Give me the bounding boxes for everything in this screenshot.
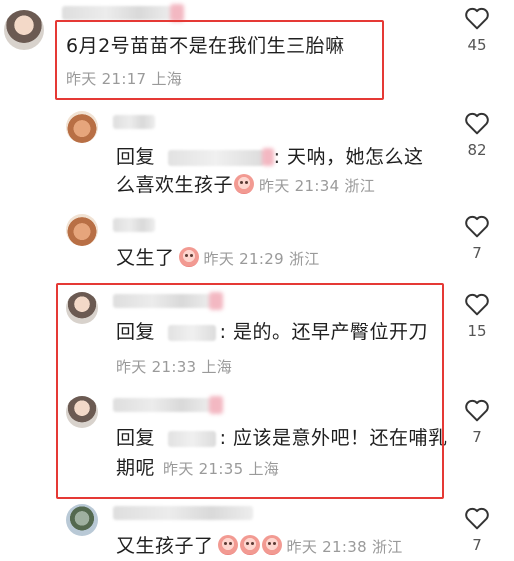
crying-face-emoji	[234, 174, 255, 194]
like-count: 7	[472, 244, 482, 262]
reply-text-line1: : 天呐，她怎么这	[273, 146, 424, 168]
crying-face-emoji	[239, 535, 260, 555]
comment-meta: 昨天 21:38 浙江	[286, 538, 403, 556]
avatar[interactable]	[66, 214, 98, 246]
comment-text: 又生了 昨天 21:29 浙江	[116, 244, 320, 273]
avatar[interactable]	[4, 10, 44, 50]
like-count: 15	[467, 322, 487, 340]
heart-outline-icon	[465, 215, 489, 238]
heart-outline-icon	[465, 112, 489, 135]
heart-outline-icon	[465, 399, 489, 422]
reply-text-line2: 么喜欢生孩子	[116, 174, 234, 196]
comment-text-cont: 么喜欢生孩子 昨天 21:34 浙江	[116, 171, 375, 200]
username-blurred[interactable]	[113, 218, 155, 232]
comment-text: 回复 : 天呐，她怎么这	[116, 143, 456, 171]
reply-target-blurred[interactable]	[167, 147, 274, 166]
like-count: 82	[467, 141, 487, 159]
heart-outline-icon	[465, 507, 489, 530]
comment-meta: 昨天 21:29 浙江	[203, 250, 320, 268]
like-count: 45	[467, 36, 487, 54]
crying-face-emoji	[217, 535, 238, 555]
comment-body: 又生孩子了	[116, 535, 214, 557]
avatar[interactable]	[66, 504, 98, 536]
highlight-box	[56, 283, 444, 499]
like-count: 7	[472, 428, 482, 446]
comment-item-3: 又生了 昨天 21:29 浙江 7	[0, 208, 514, 288]
comment-item-6: 又生孩子了 昨天 21:38 浙江 7	[0, 500, 514, 560]
like-button[interactable]: 45	[460, 6, 494, 54]
crying-face-emoji	[178, 247, 199, 267]
comment-text: 又生孩子了 昨天 21:38 浙江	[116, 532, 403, 561]
crying-face-emoji	[261, 535, 282, 555]
comment-item-2: 回复 : 天呐，她怎么这 么喜欢生孩子 昨天 21:34 浙江 82	[0, 105, 514, 205]
username-blurred[interactable]	[62, 4, 184, 22]
like-count: 7	[472, 536, 482, 554]
like-button[interactable]: 7	[460, 506, 494, 554]
comment-meta: 昨天 21:34 浙江	[259, 177, 376, 195]
username-blurred[interactable]	[113, 506, 253, 520]
like-button[interactable]: 7	[460, 214, 494, 262]
heart-outline-icon	[465, 7, 489, 30]
avatar[interactable]	[66, 111, 98, 143]
reply-prefix: 回复	[116, 146, 156, 168]
like-button[interactable]: 15	[460, 292, 494, 340]
heart-outline-icon	[465, 293, 489, 316]
highlight-box	[55, 20, 384, 100]
like-button[interactable]: 7	[460, 398, 494, 446]
like-button[interactable]: 82	[460, 111, 494, 159]
username-blurred[interactable]	[113, 115, 155, 129]
comment-body: 又生了	[116, 247, 175, 269]
